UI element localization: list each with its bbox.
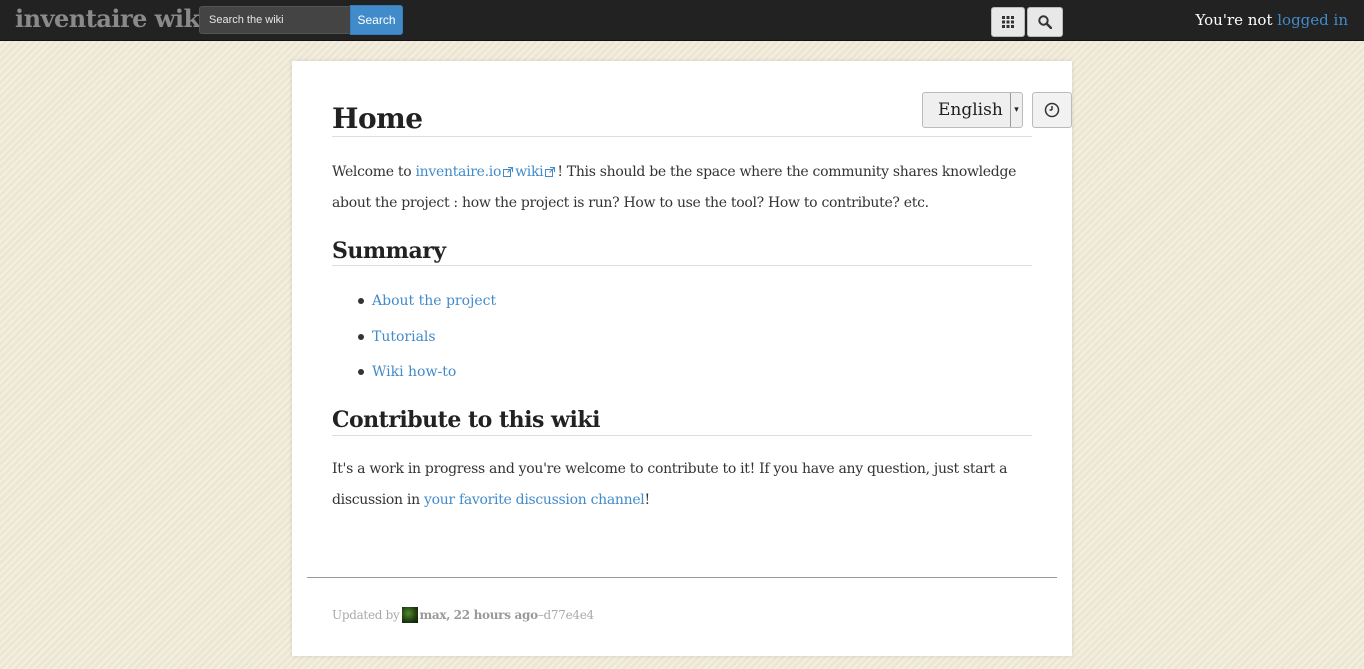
intro-paragraph: Welcome to inventaire.io wiki! This shoul… <box>332 157 1032 219</box>
language-select[interactable]: English ▾ <box>922 92 1023 128</box>
page-footer: Updated by max, 22 hours ago – d77e4e4 <box>332 607 594 623</box>
author-name[interactable]: max <box>420 608 447 622</box>
dropdown-arrow-icon: ▾ <box>1010 93 1022 127</box>
external-link-icon <box>545 167 556 177</box>
discussion-channel-link[interactable]: your favorite discussion channel <box>424 492 645 508</box>
list-item: Wiki how-to <box>357 359 496 395</box>
summary-heading: Summary <box>332 236 1032 266</box>
magnifier-icon <box>1038 15 1052 29</box>
list-item: About the project <box>357 288 496 324</box>
update-time: 22 hours ago <box>453 608 538 622</box>
top-navbar: inventaire wiki Search You're not logged… <box>0 0 1364 41</box>
contribute-text-after: ! <box>644 492 651 508</box>
summary-link-wiki-howto[interactable]: Wiki how-to <box>372 364 456 380</box>
inventaire-link[interactable]: inventaire.io <box>416 164 502 180</box>
summary-link-about[interactable]: About the project <box>372 293 496 309</box>
wiki-link[interactable]: wiki <box>515 164 544 180</box>
list-item: Tutorials <box>357 324 496 360</box>
clock-icon <box>1044 102 1060 118</box>
grid-icon <box>1002 16 1014 28</box>
avatar <box>401 607 418 623</box>
language-selected: English <box>938 100 1003 120</box>
contribute-heading: Contribute to this wiki <box>332 405 1032 436</box>
summary-link-tutorials[interactable]: Tutorials <box>372 329 436 345</box>
updated-by-label: Updated by <box>332 608 400 622</box>
search-input[interactable] <box>199 6 350 34</box>
brand-logo[interactable]: inventaire wiki <box>15 4 209 33</box>
page-card: Home English ▾ Welcome to inventaire.io w… <box>292 61 1072 656</box>
footer-separator: , <box>446 608 451 622</box>
summary-list: About the project Tutorials Wiki how-to <box>357 288 496 395</box>
login-link[interactable]: logged in <box>1277 11 1348 29</box>
contribute-paragraph: It's a work in progress and you're welco… <box>332 454 1032 516</box>
intro-text-before: Welcome to <box>332 164 416 180</box>
commit-hash[interactable]: d77e4e4 <box>544 608 595 622</box>
apps-button[interactable] <box>991 7 1025 37</box>
search-button[interactable]: Search <box>350 5 403 35</box>
login-status: You're not logged in <box>1196 11 1348 29</box>
login-prefix: You're not <box>1195 11 1278 29</box>
search-toggle-button[interactable] <box>1027 7 1063 37</box>
external-link-icon <box>503 167 514 177</box>
footer-divider <box>307 577 1057 578</box>
history-button[interactable] <box>1032 92 1072 128</box>
